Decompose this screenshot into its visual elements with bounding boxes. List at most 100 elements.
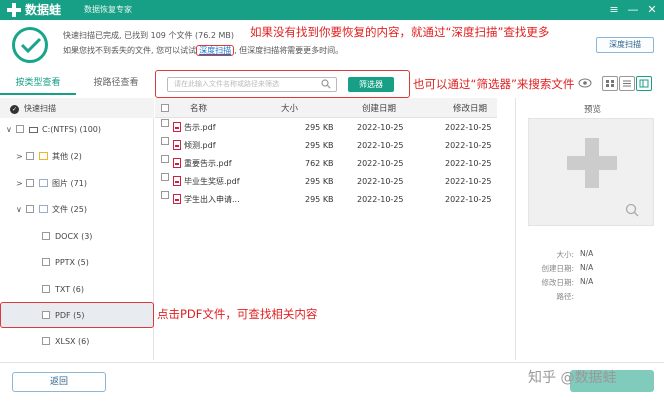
file-created: 2022-10-25 — [357, 159, 404, 168]
file-modified: 2022-10-25 — [445, 195, 492, 204]
deep-scan-button[interactable]: 深度扫描 — [596, 37, 654, 53]
file-name: 重要告示.pdf — [173, 155, 232, 173]
pdf-file-icon — [173, 194, 181, 204]
column-name[interactable]: 名称 — [190, 102, 207, 114]
tab-by-type[interactable]: 按类型查看 — [0, 71, 76, 95]
file-modified: 2022-10-25 — [445, 141, 492, 150]
file-name: 告示.pdf — [173, 119, 216, 137]
folder-icon — [39, 152, 48, 160]
checkbox[interactable] — [161, 137, 169, 145]
grid-view-icon[interactable] — [602, 76, 618, 91]
file-size: 295 KB — [305, 177, 334, 186]
checkbox[interactable] — [161, 119, 169, 127]
tree-item-pptx[interactable]: PPTX (5) — [42, 254, 89, 272]
tab-by-path[interactable]: 按路径查看 — [78, 71, 154, 95]
filter-button[interactable]: 筛选器 — [348, 77, 394, 92]
scan-result-text: 快速扫描已完成, 已找到 109 个文件 (76.2 MB) — [63, 31, 234, 40]
deep-scan-annotation: 如果没有找到你要恢复的内容，就通过“深度扫描”查找更多 — [250, 25, 550, 39]
checkbox[interactable] — [42, 258, 50, 266]
checkbox[interactable] — [26, 205, 34, 213]
logo-cross-icon — [7, 3, 21, 17]
app-name: 数据蛙 — [25, 3, 62, 17]
checkbox[interactable] — [42, 337, 50, 345]
eye-icon[interactable] — [578, 78, 592, 88]
file-size: 295 KB — [305, 123, 334, 132]
checkbox[interactable] — [161, 191, 169, 199]
quick-scan-label: 快速扫描 — [24, 104, 56, 113]
filter-annotation: 也可以通过“筛选器”来搜索文件 — [413, 77, 575, 91]
chevron-down-icon[interactable]: ∨ — [16, 201, 26, 219]
tree-item-images[interactable]: > 图片 (71) — [16, 175, 87, 193]
pdf-file-icon — [173, 158, 181, 168]
file-created: 2022-10-25 — [357, 177, 404, 186]
deep-scan-suggestion: 如果您找不到丢失的文件, 您可以试试 深度扫描, 但深度扫描将需要更多时间。 — [63, 45, 343, 56]
pdf-file-icon — [173, 122, 181, 132]
file-modified: 2022-10-25 — [445, 159, 492, 168]
chevron-right-icon[interactable]: > — [16, 175, 26, 193]
minimize-icon[interactable]: — — [625, 2, 641, 18]
chevron-right-icon[interactable]: > — [16, 148, 26, 166]
tree-item-c-drive[interactable]: ∨ C:(NTFS) (100) — [6, 121, 101, 139]
file-size: 762 KB — [305, 159, 334, 168]
file-created: 2022-10-25 — [357, 123, 404, 132]
meta-size-value: N/A — [580, 249, 594, 258]
file-created: 2022-10-25 — [357, 141, 404, 150]
meta-created-label: 创建日期: — [541, 264, 574, 273]
pdf-file-icon — [173, 140, 181, 150]
tree-item-txt[interactable]: TXT (6) — [42, 281, 84, 299]
table-row[interactable]: 毕业生奖惩.pdf 295 KB 2022-10-25 2022-10-25 — [155, 173, 497, 191]
preview-title: 预览 — [584, 105, 602, 115]
checkbox[interactable] — [42, 311, 50, 319]
back-button[interactable]: 返回 — [12, 372, 106, 392]
tree-item-docx[interactable]: DOCX (3) — [42, 228, 92, 246]
file-modified: 2022-10-25 — [445, 177, 492, 186]
select-all-checkbox[interactable] — [161, 104, 169, 112]
file-name: 毕业生奖惩.pdf — [173, 173, 240, 191]
pdf-annotation: 点击PDF文件，可查找相关内容 — [157, 307, 318, 321]
tree-item-xlsx[interactable]: XLSX (6) — [42, 333, 89, 351]
checkbox[interactable] — [161, 173, 169, 181]
checkbox[interactable] — [26, 179, 34, 187]
list-view-icon[interactable] — [619, 76, 635, 91]
suggestion-prefix: 如果您找不到丢失的文件, 您可以试试 — [63, 46, 197, 55]
zoom-icon[interactable] — [625, 203, 639, 217]
deep-scan-link[interactable]: 深度扫描 — [196, 45, 235, 56]
menu-icon[interactable]: ≡ — [606, 2, 622, 18]
checkbox[interactable] — [161, 155, 169, 163]
checkbox[interactable] — [26, 152, 34, 160]
tree-item-other[interactable]: > 其他 (2) — [16, 148, 82, 166]
column-size[interactable]: 大小 — [281, 102, 298, 114]
file-name: 学生出入申请... — [173, 191, 240, 209]
quick-scan-node[interactable]: ✓ 快速扫描 — [10, 100, 56, 118]
meta-created-value: N/A — [580, 263, 594, 272]
detail-view-icon[interactable] — [636, 76, 652, 91]
table-row[interactable]: 告示.pdf 295 KB 2022-10-25 2022-10-25 — [155, 119, 497, 137]
app-subtitle: 数据恢复专家 — [84, 5, 132, 14]
checkbox[interactable] — [42, 232, 50, 240]
checkbox[interactable] — [42, 285, 50, 293]
search-input[interactable]: 请在此输入文件名称或路径来筛选 — [167, 77, 337, 92]
document-icon — [39, 205, 48, 213]
meta-modified-label: 修改日期: — [541, 278, 574, 287]
table-row[interactable]: 倾测.pdf 295 KB 2022-10-25 2022-10-25 — [155, 137, 497, 155]
file-name: 倾测.pdf — [173, 137, 216, 155]
file-size: 295 KB — [305, 141, 334, 150]
pdf-file-icon — [173, 176, 181, 186]
tree-item-pdf[interactable]: PDF (5) — [42, 307, 84, 325]
image-icon — [39, 179, 48, 187]
column-modified[interactable]: 修改日期 — [453, 102, 487, 114]
scan-complete-check-icon — [12, 27, 48, 63]
file-size: 295 KB — [305, 195, 334, 204]
file-modified: 2022-10-25 — [445, 123, 492, 132]
checked-circle-icon: ✓ — [10, 105, 19, 114]
chevron-down-icon[interactable]: ∨ — [6, 121, 16, 139]
column-created[interactable]: 创建日期 — [362, 102, 396, 114]
meta-path-label: 路径: — [556, 292, 574, 301]
table-row[interactable]: 重要告示.pdf 762 KB 2022-10-25 2022-10-25 — [155, 155, 497, 173]
close-icon[interactable]: ✕ — [644, 2, 660, 18]
table-row[interactable]: 学生出入申请... 295 KB 2022-10-25 2022-10-25 — [155, 191, 497, 209]
checkbox[interactable] — [16, 125, 24, 133]
search-icon[interactable] — [321, 79, 331, 89]
meta-modified-value: N/A — [580, 277, 594, 286]
tree-item-documents[interactable]: ∨ 文件 (25) — [16, 201, 87, 219]
